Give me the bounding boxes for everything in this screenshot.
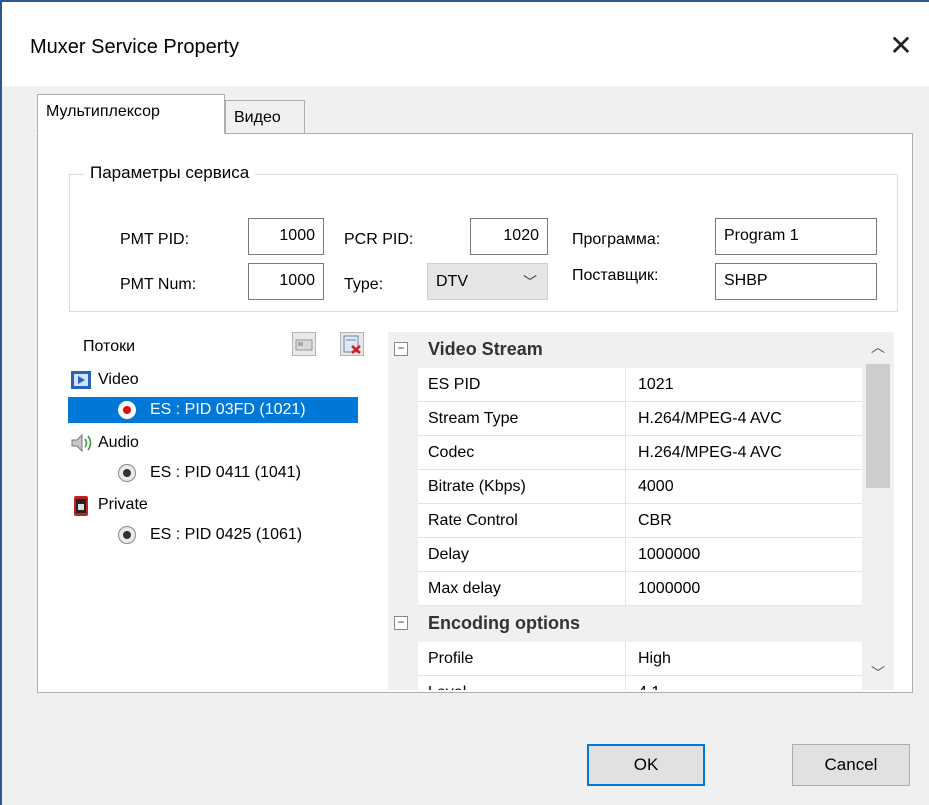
pcr-pid-label: PCR PID: [344,231,414,248]
tree-node-video-label: Video [98,371,139,388]
property-value[interactable]: 4.1 [626,676,862,690]
type-label: Type: [344,276,384,293]
pmt-num-label: PMT Num: [120,276,197,293]
service-params-group: Параметры сервиса PMT PID: 1000 PCR PID:… [69,163,898,312]
property-value[interactable]: High [626,642,862,676]
tree-item-private-es-label: ES : PID 0425 (1061) [150,526,303,543]
title-bar: Muxer Service Property ✕ [2,2,929,86]
chevron-down-icon: ﹀ [523,274,537,290]
property-name: Codec [418,436,626,470]
stream-inactive-icon [118,526,136,544]
property-row[interactable]: Max delay 1000000 [388,572,862,606]
muxer-service-property-dialog: Muxer Service Property ✕ Мультиплексор В… [0,0,929,805]
property-grid: − Video Stream ES PID 1021 Stream Type H… [388,332,862,690]
speaker-icon [71,433,92,453]
category-title: Video Stream [428,339,543,359]
tab-multiplexer[interactable]: Мультиплексор [37,94,225,134]
tree-item-audio-es[interactable]: ES : PID 0411 (1041) [68,460,358,486]
chevron-up-icon: ︿ [871,339,885,355]
video-icon [71,371,91,389]
collapse-icon[interactable]: − [394,616,408,630]
property-value[interactable]: H.264/MPEG-4 AVC [626,436,862,470]
tree-node-audio-label: Audio [98,434,139,451]
property-name: Level [418,676,626,690]
service-params-legend: Параметры сервиса [84,163,256,183]
property-name: Max delay [418,572,626,606]
row-gutter [388,436,418,470]
property-name: Profile [418,642,626,676]
provider-input[interactable]: SHBP [715,263,877,300]
tree-node-audio[interactable]: Audio [70,430,240,456]
type-select-value: DTV [436,273,468,290]
property-row[interactable]: Bitrate (Kbps) 4000 [388,470,862,504]
delete-stream-icon [343,335,361,354]
ok-button[interactable]: OK [587,744,705,786]
property-value[interactable]: H.264/MPEG-4 AVC [626,402,862,436]
property-value[interactable]: CBR [626,504,862,538]
close-icon: ✕ [889,29,913,62]
category-title: Encoding options [428,613,580,633]
tree-node-private[interactable]: Private [70,492,240,518]
pmt-num-input[interactable]: 1000 [248,263,324,300]
property-name: Bitrate (Kbps) [418,470,626,504]
stream-active-icon [118,401,136,419]
row-gutter [388,402,418,436]
scroll-thumb[interactable] [866,364,890,488]
program-input[interactable]: Program 1 [715,218,877,255]
add-stream-icon [295,339,313,351]
tree-item-video-es[interactable]: ES : PID 03FD (1021) [68,397,358,423]
property-name: Stream Type [418,402,626,436]
tab-video[interactable]: Видео [225,100,305,133]
stream-inactive-icon [118,464,136,482]
collapse-icon[interactable]: − [394,342,408,356]
property-row[interactable]: Profile High [388,642,862,676]
row-gutter [388,642,418,676]
pmt-pid-input[interactable]: 1000 [248,218,324,255]
property-value[interactable]: 4000 [626,470,862,504]
tree-item-audio-es-label: ES : PID 0411 (1041) [150,464,301,481]
add-stream-button[interactable] [292,332,316,356]
tab-panel-multiplexer: Параметры сервиса PMT PID: 1000 PCR PID:… [37,133,913,693]
row-gutter [388,470,418,504]
property-name: Delay [418,538,626,572]
property-value[interactable]: 1021 [626,368,862,402]
row-gutter [388,504,418,538]
pcr-pid-input[interactable]: 1020 [470,218,548,255]
property-row[interactable]: Rate Control CBR [388,504,862,538]
row-gutter [388,368,418,402]
property-name: ES PID [418,368,626,402]
property-row[interactable]: Stream Type H.264/MPEG-4 AVC [388,402,862,436]
tree-node-private-label: Private [98,496,148,513]
close-button[interactable]: ✕ [881,28,921,64]
streams-label: Потоки [83,338,136,355]
cancel-button[interactable]: Cancel [792,744,910,786]
pmt-pid-label: PMT PID: [120,231,190,248]
chevron-down-icon: ﹀ [871,665,885,681]
property-row[interactable]: Delay 1000000 [388,538,862,572]
tree-item-private-es[interactable]: ES : PID 0425 (1061) [68,522,358,548]
program-label: Программа: [572,231,661,248]
row-gutter [388,538,418,572]
scroll-up-button[interactable]: ︿ [862,332,894,362]
delete-stream-button[interactable] [340,332,364,356]
tree-node-video[interactable]: Video [70,367,240,393]
property-grid-scrollbar[interactable]: ︿ ﹀ [862,332,894,690]
category-video-stream[interactable]: − Video Stream [388,332,862,368]
row-gutter [388,676,418,690]
window-title: Muxer Service Property [30,36,239,58]
tree-item-video-es-label: ES : PID 03FD (1021) [150,401,306,418]
scroll-down-button[interactable]: ﹀ [862,658,894,688]
property-row[interactable]: ES PID 1021 [388,368,862,402]
row-gutter [388,572,418,606]
type-select[interactable]: DTV ﹀ [427,263,548,300]
private-data-icon [74,496,88,516]
property-name: Rate Control [418,504,626,538]
category-encoding-options[interactable]: − Encoding options [388,606,862,642]
property-row[interactable]: Level 4.1 [388,676,862,690]
property-value[interactable]: 1000000 [626,572,862,606]
property-value[interactable]: 1000000 [626,538,862,572]
provider-label: Поставщик: [572,267,659,284]
property-row[interactable]: Codec H.264/MPEG-4 AVC [388,436,862,470]
